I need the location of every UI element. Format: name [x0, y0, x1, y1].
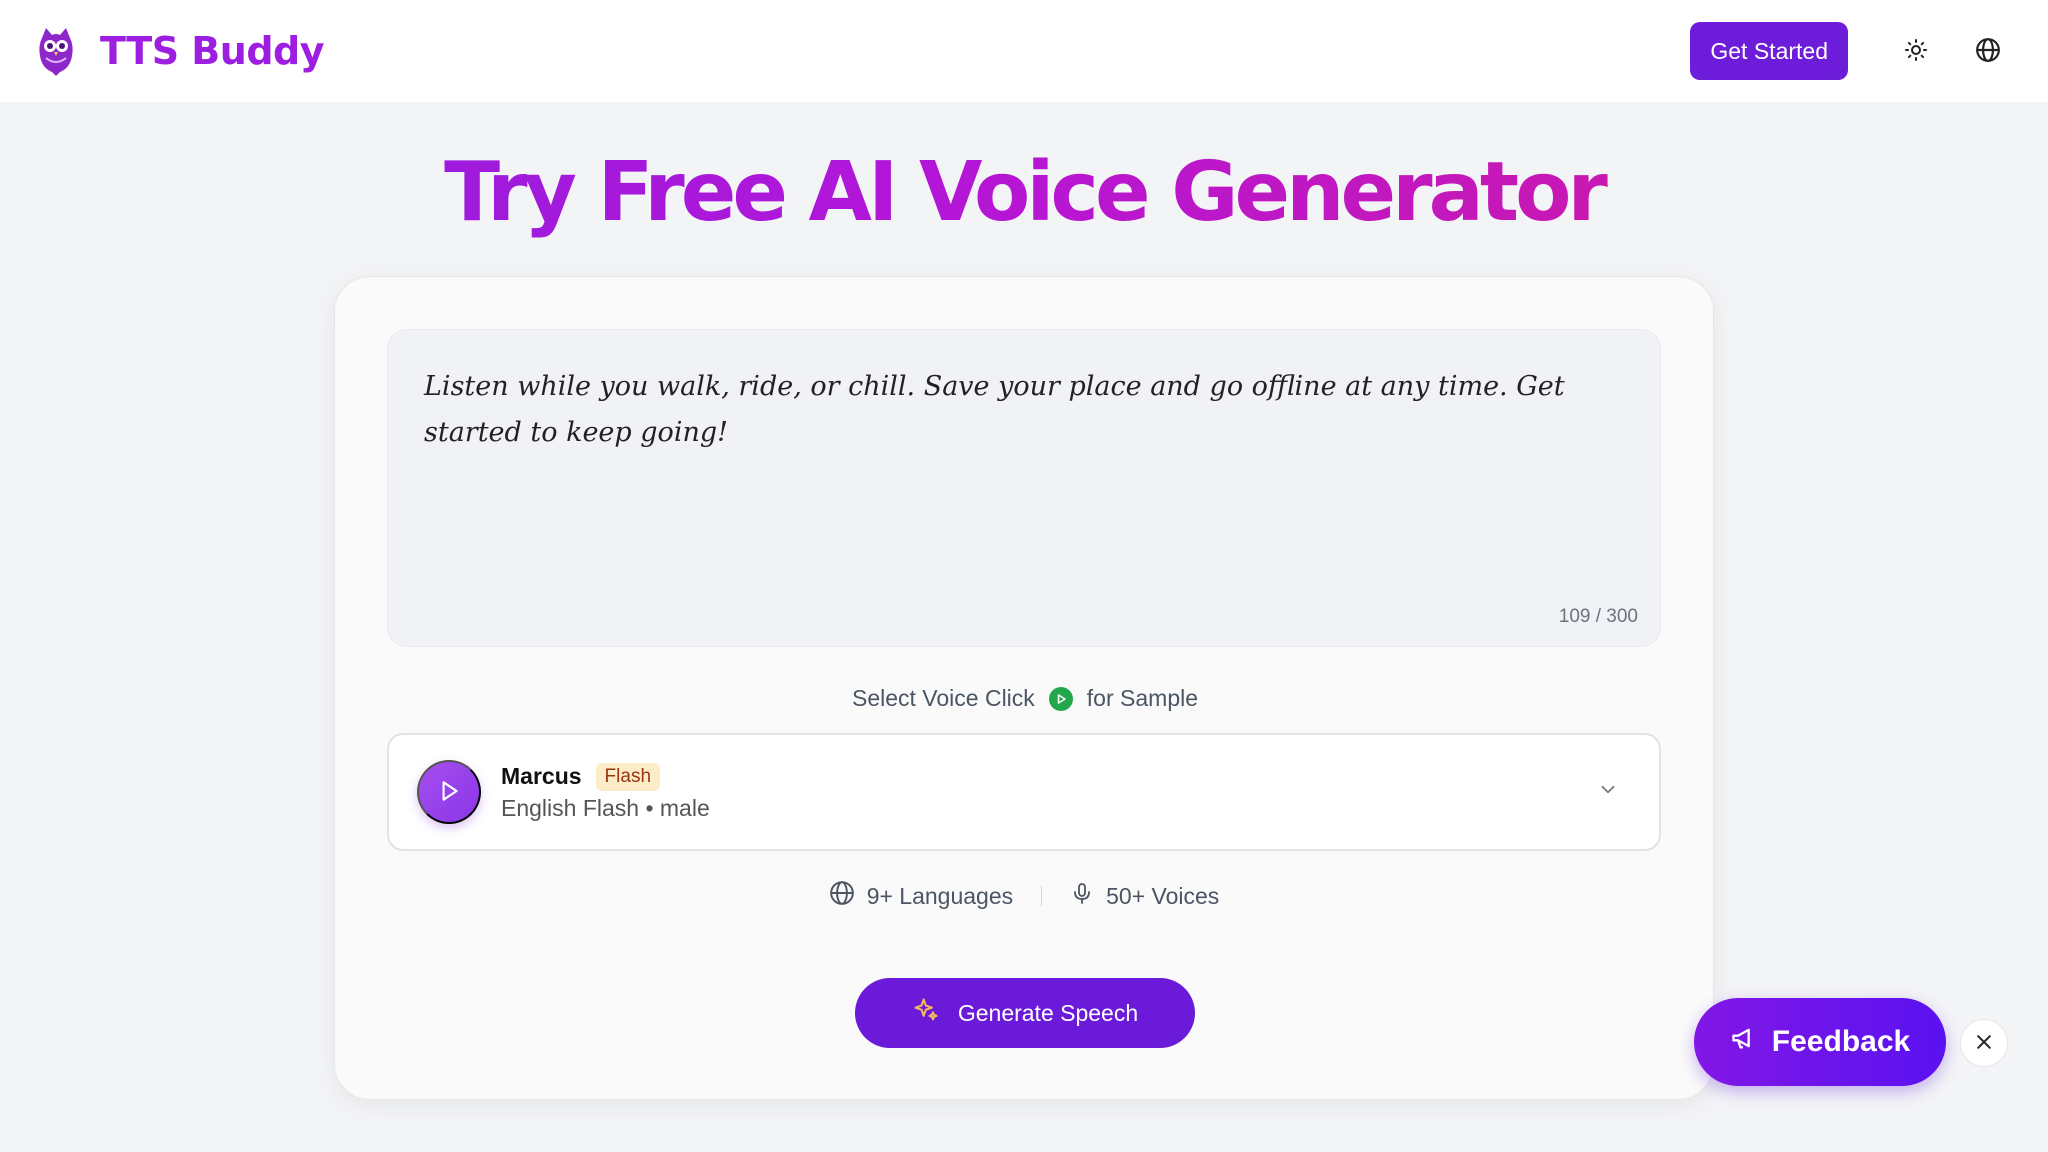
header-actions: Get Started — [1690, 22, 2014, 80]
generate-speech-button[interactable]: Generate Speech — [855, 978, 1195, 1048]
get-started-button[interactable]: Get Started — [1690, 22, 1848, 80]
voices-stat: 50+ Voices — [1070, 881, 1219, 911]
brand[interactable]: TTS Buddy — [34, 24, 325, 78]
close-feedback-button[interactable] — [1960, 1019, 2008, 1067]
microphone-icon — [1070, 881, 1094, 911]
globe-icon — [829, 880, 855, 912]
owl-logo-icon — [34, 24, 78, 78]
top-nav: TTS Buddy Get Started — [0, 0, 2048, 102]
stats-row: 9+ Languages 50+ Voices — [0, 880, 2048, 912]
voice-sample-play-button[interactable] — [417, 760, 481, 824]
megaphone-icon — [1730, 1024, 1758, 1060]
voice-hint-before: Select Voice Click — [851, 685, 1035, 711]
character-counter: 109 / 300 — [1558, 606, 1638, 627]
voice-hint: Select Voice Click for Sample — [335, 685, 1715, 712]
play-icon — [436, 778, 462, 807]
sun-icon — [1904, 38, 1928, 65]
feedback-label: Feedback — [1771, 1025, 1911, 1058]
stats-divider — [1041, 886, 1043, 906]
voices-count: 50+ Voices — [1106, 882, 1220, 909]
generate-speech-label: Generate Speech — [957, 999, 1139, 1026]
page-title: Try Free AI Voice Generator — [0, 145, 2048, 240]
globe-icon — [1975, 37, 2001, 66]
feedback-button[interactable]: Feedback — [1694, 998, 1946, 1086]
brand-name: TTS Buddy — [100, 29, 325, 73]
close-icon — [1974, 1032, 1994, 1055]
voice-hint-after: for Sample — [1086, 685, 1199, 711]
sparkles-icon — [912, 996, 940, 1030]
languages-count: 9+ Languages — [866, 882, 1014, 909]
text-input[interactable]: Listen while you walk, ride, or chill. S… — [387, 329, 1661, 647]
languages-stat: 9+ Languages — [829, 880, 1013, 912]
voice-name: Marcus — [501, 763, 582, 789]
theme-toggle-button[interactable] — [1890, 25, 1942, 77]
language-button[interactable] — [1962, 25, 2014, 77]
sample-play-icon — [1048, 686, 1073, 711]
voice-subtitle: English Flash • male — [501, 794, 710, 821]
chevron-down-icon[interactable] — [1597, 779, 1619, 806]
voice-info: Marcus Flash English Flash • male — [501, 762, 710, 822]
input-text[interactable]: Listen while you walk, ride, or chill. S… — [424, 364, 1624, 456]
voice-badge: Flash — [595, 762, 661, 791]
voice-select[interactable]: Marcus Flash English Flash • male — [387, 733, 1661, 851]
tts-card: Listen while you walk, ride, or chill. S… — [334, 276, 1714, 1100]
